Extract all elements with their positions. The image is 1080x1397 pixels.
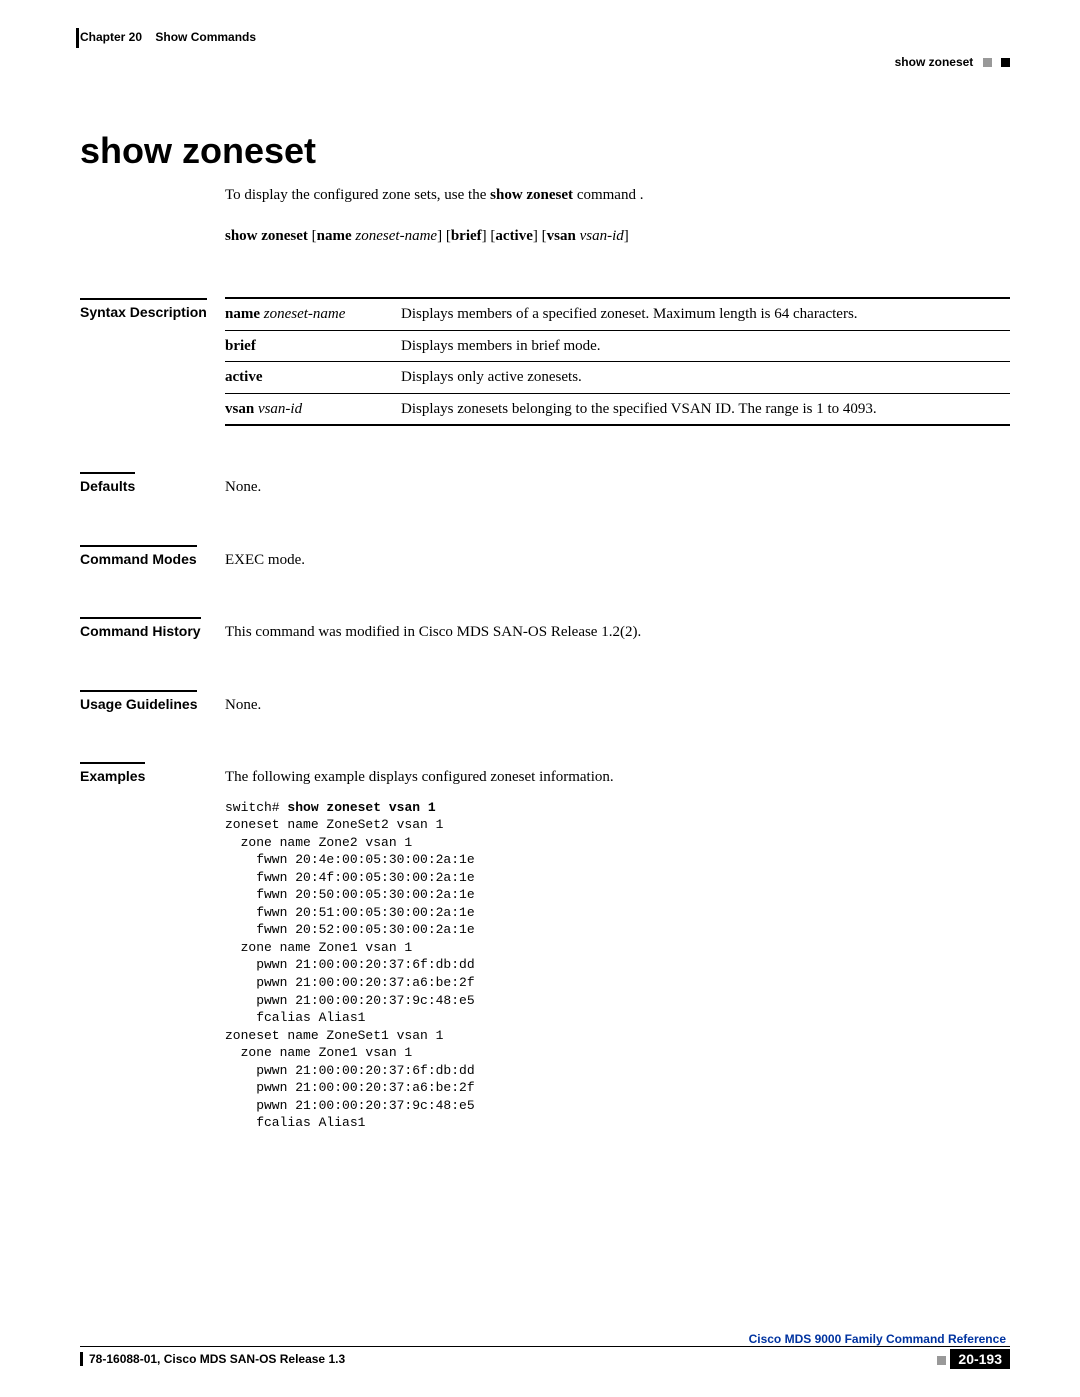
syntax-kw: active <box>495 228 532 244</box>
square-icon <box>983 58 992 67</box>
page-footer: Cisco MDS 9000 Family Command Reference … <box>80 1332 1010 1367</box>
square-icon <box>937 1356 946 1365</box>
syntax-keyword-cell: vsan vsan-id <box>225 393 401 425</box>
syntax-line: show zoneset [name zoneset-name] [brief]… <box>225 225 1010 248</box>
section-label-column: Command History <box>80 621 225 641</box>
syntax-desc-cell: Displays members of a specified zoneset.… <box>401 298 1010 330</box>
header-rule <box>76 28 79 48</box>
section-body: None. <box>225 476 1010 499</box>
syntax-description-section: Syntax Description name zoneset-name Dis… <box>80 302 1010 426</box>
command-modes-section: Command Modes EXEC mode. <box>80 549 1010 572</box>
intro-pre: To display the configured zone sets, use… <box>225 187 490 203</box>
section-label-column: Usage Guidelines <box>80 694 225 714</box>
intro-command: show zoneset <box>490 187 573 203</box>
cli-output: zoneset name ZoneSet2 vsan 1 zone name Z… <box>225 817 475 1130</box>
syntax-kw: show zoneset <box>225 228 308 244</box>
footer-right-group: 20-193 <box>937 1351 1010 1367</box>
section-body: None. <box>225 694 1010 717</box>
syntax-table: name zoneset-name Displays members of a … <box>225 297 1010 426</box>
cli-command: show zoneset vsan 1 <box>287 800 435 815</box>
syntax-kw: brief <box>451 228 482 244</box>
syntax-bracket: ] <box>624 228 629 244</box>
syntax-keyword-cell: active <box>225 362 401 394</box>
kw: vsan <box>225 401 254 417</box>
footer-doc-id: 78-16088-01, Cisco MDS SAN-OS Release 1.… <box>89 1352 345 1366</box>
page-header-section: show zoneset <box>895 55 1010 69</box>
kw-arg: vsan-id <box>258 401 302 417</box>
syntax-kw: vsan <box>547 228 576 244</box>
syntax-desc-cell: Displays zonesets belonging to the speci… <box>401 393 1010 425</box>
section-label: Examples <box>80 762 145 784</box>
syntax-keyword-cell: brief <box>225 330 401 362</box>
section-label-column: Syntax Description <box>80 302 225 322</box>
section-label: Command Modes <box>80 545 197 567</box>
syntax-arg: vsan-id <box>580 228 624 244</box>
footer-bottom-row: 78-16088-01, Cisco MDS SAN-OS Release 1.… <box>80 1351 1010 1367</box>
examples-section: Examples The following example displays … <box>80 766 1010 1132</box>
section-label: Defaults <box>80 472 135 494</box>
cli-prompt: switch# <box>225 800 287 815</box>
command-history-section: Command History This command was modifie… <box>80 621 1010 644</box>
table-row: vsan vsan-id Displays zonesets belonging… <box>225 393 1010 425</box>
kw: active <box>225 369 262 385</box>
usage-guidelines-section: Usage Guidelines None. <box>80 694 1010 717</box>
chapter-label: Chapter 20 <box>80 30 142 44</box>
section-label-column: Command Modes <box>80 549 225 569</box>
examples-intro: The following example displays configure… <box>225 766 1010 789</box>
main-content: show zoneset To display the configured z… <box>80 130 1010 1132</box>
section-body: The following example displays configure… <box>225 766 1010 1132</box>
kw: brief <box>225 338 256 354</box>
section-label: Usage Guidelines <box>80 690 197 712</box>
syntax-bracket: ] [ <box>482 228 496 244</box>
page-header: Chapter 20 Show Commands <box>80 30 1010 44</box>
page-number: 20-193 <box>950 1349 1010 1369</box>
footer-book-title: Cisco MDS 9000 Family Command Reference <box>80 1332 1010 1346</box>
syntax-kw: name <box>317 228 352 244</box>
footer-bar-icon <box>80 1352 83 1366</box>
section-body: name zoneset-name Displays members of a … <box>225 302 1010 426</box>
table-row: active Displays only active zonesets. <box>225 362 1010 394</box>
table-row: brief Displays members in brief mode. <box>225 330 1010 362</box>
kw: name <box>225 306 260 322</box>
command-title: show zoneset <box>80 130 1010 172</box>
square-icon <box>1001 58 1010 67</box>
example-code-block: switch# show zoneset vsan 1 zoneset name… <box>225 799 1010 1132</box>
syntax-keyword-cell: name zoneset-name <box>225 298 401 330</box>
table-row: name zoneset-name Displays members of a … <box>225 298 1010 330</box>
footer-rule <box>80 1346 1010 1347</box>
footer-left: 78-16088-01, Cisco MDS SAN-OS Release 1.… <box>80 1352 345 1366</box>
section-label: Command History <box>80 617 201 639</box>
page: Chapter 20 Show Commands show zoneset sh… <box>0 0 1080 1397</box>
syntax-desc-cell: Displays only active zonesets. <box>401 362 1010 394</box>
section-label: Syntax Description <box>80 298 207 320</box>
syntax-arg: zoneset-name <box>355 228 437 244</box>
section-label-column: Defaults <box>80 476 225 496</box>
section-body: This command was modified in Cisco MDS S… <box>225 621 1010 644</box>
syntax-desc-cell: Displays members in brief mode. <box>401 330 1010 362</box>
syntax-bracket: ] [ <box>437 228 451 244</box>
defaults-section: Defaults None. <box>80 476 1010 499</box>
syntax-bracket: ] [ <box>533 228 547 244</box>
intro-post: command . <box>573 187 643 203</box>
chapter-title: Show Commands <box>155 30 256 44</box>
kw-arg: zoneset-name <box>264 306 346 322</box>
section-label-column: Examples <box>80 766 225 786</box>
intro-paragraph: To display the configured zone sets, use… <box>225 184 1010 207</box>
header-section-name: show zoneset <box>895 55 974 69</box>
section-body: EXEC mode. <box>225 549 1010 572</box>
